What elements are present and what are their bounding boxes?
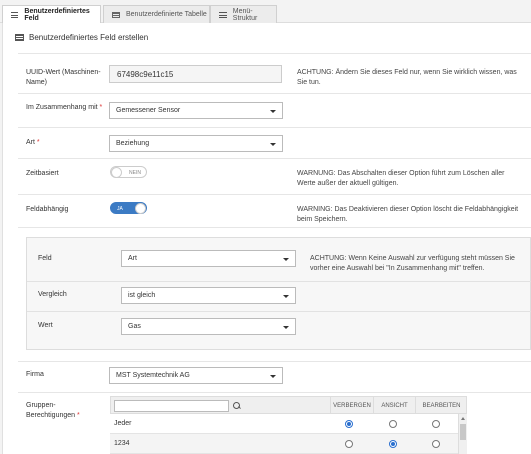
comparison-label: Vergleich: [38, 291, 67, 298]
divider: [18, 227, 531, 228]
permissions-label: Gruppen-Berechtigungen *: [26, 401, 96, 421]
chevron-down-icon: [283, 326, 289, 329]
scroll-up-icon[interactable]: [461, 417, 465, 420]
toggle-label: JA: [117, 206, 123, 212]
permissions-grid: VERBERGEN ANSICHT BEARBEITEN Jeder 1234: [110, 396, 467, 454]
tab-menu-structure[interactable]: Menü-Struktur: [210, 5, 277, 23]
divider: [27, 281, 531, 282]
dependency-field-select[interactable]: Art: [121, 250, 296, 267]
group-name: Jeder: [114, 420, 132, 427]
context-label: Im Zusammenhang mit *: [26, 103, 106, 113]
radio-hide[interactable]: [345, 440, 353, 448]
uuid-note: ACHTUNG: Ändern Sie dieses Feld nur, wen…: [297, 69, 517, 86]
context-label-text: Im Zusammenhang mit: [26, 104, 98, 111]
radio-edit[interactable]: [432, 440, 440, 448]
grid-scrollbar[interactable]: [458, 414, 467, 454]
tab-label: Benutzerdefinierte Tabelle: [126, 11, 207, 18]
tab-bar: Benutzerdefiniertes Feld Benutzerdefinie…: [0, 0, 531, 24]
required-marker: *: [36, 139, 40, 146]
tab-label: Benutzerdefiniertes Feld: [24, 8, 90, 22]
divider: [18, 361, 531, 362]
toggle-knob: [111, 167, 122, 178]
column-header-view: ANSICHT: [373, 397, 415, 415]
divider: [18, 158, 531, 159]
context-value: Gemessener Sensor: [116, 107, 181, 114]
fielddependent-label: Feldabhängig: [26, 206, 69, 213]
search-icon[interactable]: [233, 402, 240, 409]
company-value: MST Systemtechnik AG: [116, 372, 190, 379]
table-row: Jeder: [110, 414, 458, 434]
company-select[interactable]: MST Systemtechnik AG: [109, 367, 283, 384]
radio-hide[interactable]: [345, 420, 353, 428]
chevron-down-icon: [270, 143, 276, 146]
chevron-down-icon: [270, 375, 276, 378]
column-header-hide: VERBERGEN: [330, 397, 373, 415]
chevron-down-icon: [283, 295, 289, 298]
uuid-input[interactable]: 67498c9e11c15: [109, 65, 282, 83]
radio-view[interactable]: [389, 420, 397, 428]
comparison-value: ist gleich: [128, 292, 156, 299]
form-icon: [15, 34, 24, 41]
chevron-down-icon: [270, 110, 276, 113]
context-select[interactable]: Gemessener Sensor: [109, 102, 283, 119]
dependency-field-note: ACHTUNG: Wenn Keine Auswahl zur verfügun…: [310, 255, 515, 272]
comparison-select[interactable]: ist gleich: [121, 287, 296, 304]
divider: [18, 127, 531, 128]
tab-custom-table[interactable]: Benutzerdefinierte Tabelle: [103, 5, 210, 23]
toggle-knob: [135, 203, 146, 214]
tab-label: Menü-Struktur: [232, 7, 258, 22]
timebased-toggle[interactable]: NEIN: [110, 166, 147, 178]
fielddependent-note: WARNING: Das Deaktivieren dieser Option …: [297, 206, 519, 223]
type-label: Art *: [26, 138, 40, 148]
divider: [18, 93, 531, 94]
radio-edit[interactable]: [432, 420, 440, 428]
page-title: Benutzerdefiniertes Feld erstellen: [15, 33, 148, 42]
group-name: 1234: [114, 440, 130, 447]
menu-icon: [11, 12, 19, 18]
divider: [27, 311, 531, 312]
grid-header: VERBERGEN ANSICHT BEARBEITEN: [110, 396, 467, 415]
search-input[interactable]: [114, 400, 229, 412]
uuid-value: 67498c9e11c15: [117, 69, 174, 79]
divider: [18, 194, 531, 195]
fielddependent-toggle[interactable]: JA: [110, 202, 147, 214]
page-title-text: Benutzerdefiniertes Feld erstellen: [29, 33, 149, 42]
dependency-field-label: Feld: [38, 255, 52, 262]
value-value: Gas: [128, 323, 141, 330]
type-value: Beziehung: [116, 140, 150, 147]
company-label: Firma: [26, 371, 44, 378]
uuid-label: UUID-Wert (Maschinen-Name): [26, 69, 101, 86]
tab-custom-field[interactable]: Benutzerdefiniertes Feld: [2, 5, 101, 24]
scroll-thumb[interactable]: [460, 424, 466, 440]
timebased-label: Zeitbasiert: [26, 170, 59, 177]
divider: [18, 392, 531, 393]
required-marker: *: [99, 104, 103, 111]
type-label-text: Art: [26, 139, 35, 146]
radio-view[interactable]: [389, 440, 397, 448]
permissions-label-text: Gruppen-Berechtigungen: [26, 402, 76, 419]
menu-icon: [219, 11, 227, 18]
timebased-note: WARNUNG: Das Abschalten dieser Option fü…: [297, 170, 505, 187]
column-header-edit: BEARBEITEN: [415, 397, 467, 415]
value-label: Wert: [38, 322, 53, 329]
required-marker: *: [77, 412, 80, 419]
dependency-field-value: Art: [128, 255, 137, 262]
value-select[interactable]: Gas: [121, 318, 296, 335]
toggle-label: NEIN: [129, 170, 141, 176]
chevron-down-icon: [283, 258, 289, 261]
table-row: 1234: [110, 434, 458, 454]
table-icon: [112, 11, 120, 18]
divider: [18, 53, 531, 54]
type-select[interactable]: Beziehung: [109, 135, 283, 152]
